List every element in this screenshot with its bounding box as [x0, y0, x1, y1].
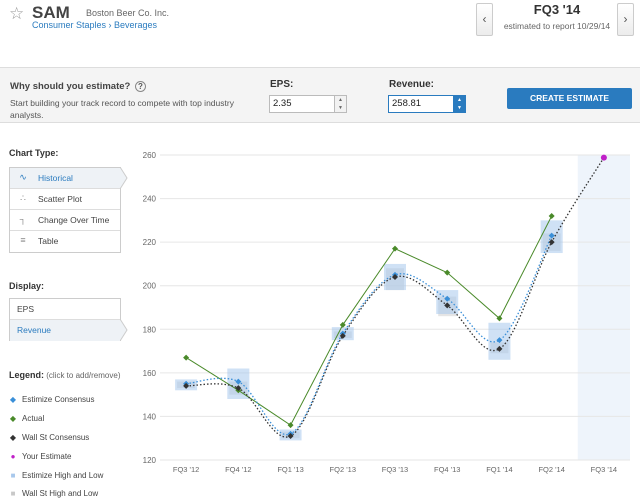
chart-type-label: Table	[38, 236, 59, 246]
actual-point	[392, 245, 398, 252]
legend-estimize-high-low[interactable]: ■ Estimize High and Low	[9, 471, 104, 480]
eps-stepper-icon[interactable]: ▲ ▼	[334, 96, 346, 112]
company-name: Boston Beer Co. Inc.	[86, 8, 170, 18]
quarter-title: FQ3 '14	[533, 2, 581, 17]
legend-estimize-consensus[interactable]: ◆ Estimize Consensus	[9, 395, 95, 404]
legend-item-label: Your Estimate	[22, 452, 72, 461]
table-icon: ≡	[20, 235, 26, 245]
future-quarter-highlight	[577, 155, 630, 460]
eps-value: 2.35	[273, 98, 292, 109]
legend-item-label: Estimize Consensus	[22, 395, 95, 404]
x-tick-label: FQ4 '12	[225, 465, 251, 474]
chart-type-label: Scatter Plot	[38, 194, 82, 204]
legend-wall-st-high-low[interactable]: ■ Wall St High and Low	[9, 489, 99, 498]
chart-type-historical[interactable]: ∿ Historical	[10, 168, 120, 189]
y-tick-label: 160	[143, 369, 157, 378]
star-icon[interactable]: ☆	[9, 4, 24, 24]
your-estimate-point	[600, 154, 607, 161]
square-icon: ■	[10, 489, 16, 498]
wave-icon: ∿	[19, 172, 27, 182]
chart-type-label: Change Over Time	[38, 215, 110, 225]
legend-wall-st-consensus[interactable]: ◆ Wall St Consensus	[9, 433, 89, 442]
legend-item-label: Wall St High and Low	[22, 489, 99, 498]
prev-quarter-button[interactable]: ‹	[476, 3, 493, 36]
y-tick-label: 140	[143, 412, 157, 421]
chart-type-heading: Chart Type:	[9, 148, 59, 158]
actual-point	[183, 354, 190, 361]
sector-breadcrumb[interactable]: Consumer Staples › Beverages	[32, 20, 157, 30]
next-quarter-button[interactable]: ›	[617, 3, 634, 36]
y-tick-label: 220	[143, 238, 157, 247]
estimize-range-box	[436, 290, 459, 315]
legend-item-label: Actual	[22, 414, 45, 423]
display-list: EPS Revenue	[9, 298, 121, 341]
y-tick-label: 240	[143, 195, 157, 204]
chevron-right-icon: ›	[623, 12, 628, 26]
revenue-label: Revenue:	[389, 79, 435, 90]
x-tick-label: FQ1 '14	[486, 465, 512, 474]
display-eps[interactable]: EPS	[10, 299, 120, 320]
y-tick-label: 120	[143, 456, 157, 465]
revenue-stepper-icon[interactable]: ▲ ▼	[453, 96, 465, 112]
step-icon: ┐	[19, 214, 27, 224]
y-tick-label: 200	[143, 282, 157, 291]
y-tick-label: 180	[143, 325, 157, 334]
company-header: ☆ SAM Boston Beer Co. Inc. Consumer Stap…	[0, 0, 640, 67]
legend-your-estimate[interactable]: ● Your Estimate	[9, 452, 72, 461]
display-heading: Display:	[9, 281, 45, 291]
create-estimate-button[interactable]: CREATE ESTIMATE	[507, 88, 632, 109]
actual-point	[339, 321, 346, 328]
chevron-left-icon: ‹	[482, 12, 487, 26]
legend-label: Legend:	[9, 370, 44, 380]
legend-hint: (click to add/remove)	[46, 371, 121, 380]
diamond-icon: ◆	[9, 433, 17, 442]
chart-type-change-over-time[interactable]: ┐ Change Over Time	[10, 210, 120, 231]
actual-point	[548, 213, 555, 219]
display-revenue[interactable]: Revenue	[10, 320, 120, 341]
revenue-value: 258.81	[392, 98, 422, 109]
scatter-icon: ∴	[20, 193, 26, 203]
x-tick-label: FQ2 '13	[330, 465, 356, 474]
estimate-subtext: Start building your track record to comp…	[10, 98, 234, 120]
legend-actual[interactable]: ◆ Actual	[9, 414, 44, 423]
x-tick-label: FQ2 '14	[538, 465, 564, 474]
x-tick-label: FQ4 '13	[434, 465, 460, 474]
diamond-icon: ◆	[9, 395, 17, 404]
actual-point	[287, 422, 294, 429]
x-tick-label: FQ1 '13	[277, 465, 303, 474]
eps-input[interactable]: 2.35 ▲ ▼	[269, 95, 347, 113]
legend-heading: Legend: (click to add/remove)	[9, 370, 120, 380]
chart-type-scatter[interactable]: ∴ Scatter Plot	[10, 189, 120, 210]
revenue-input[interactable]: 258.81 ▲ ▼	[388, 95, 466, 113]
dot-icon: ●	[10, 452, 16, 461]
eps-label: EPS:	[270, 79, 294, 90]
help-icon[interactable]: ?	[135, 81, 146, 92]
x-tick-label: FQ3 '12	[173, 465, 199, 474]
legend-item-label: Estimize High and Low	[22, 471, 104, 480]
revenue-chart: 120 140 160 180 200 220 240 260 FQ3 '12 FQ4 '12 FQ…	[143, 151, 630, 474]
x-tick-label: FQ3 '14	[591, 465, 617, 474]
y-tick-label: 260	[143, 151, 157, 160]
chart-type-table[interactable]: ≡ Table	[10, 231, 120, 252]
chart-type-label: Historical	[38, 173, 73, 183]
why-estimate-text: Why should you estimate?	[10, 81, 131, 92]
report-date: estimated to report 10/29/14	[503, 21, 611, 31]
why-estimate-heading: Why should you estimate? ?	[10, 81, 146, 92]
square-icon: ■	[10, 471, 16, 480]
legend-item-label: Wall St Consensus	[22, 433, 90, 442]
x-tick-label: FQ3 '13	[382, 465, 408, 474]
chart-type-list: ∿ Historical ∴ Scatter Plot ┐ Change Ove…	[9, 167, 121, 253]
diamond-icon: ◆	[9, 414, 17, 423]
